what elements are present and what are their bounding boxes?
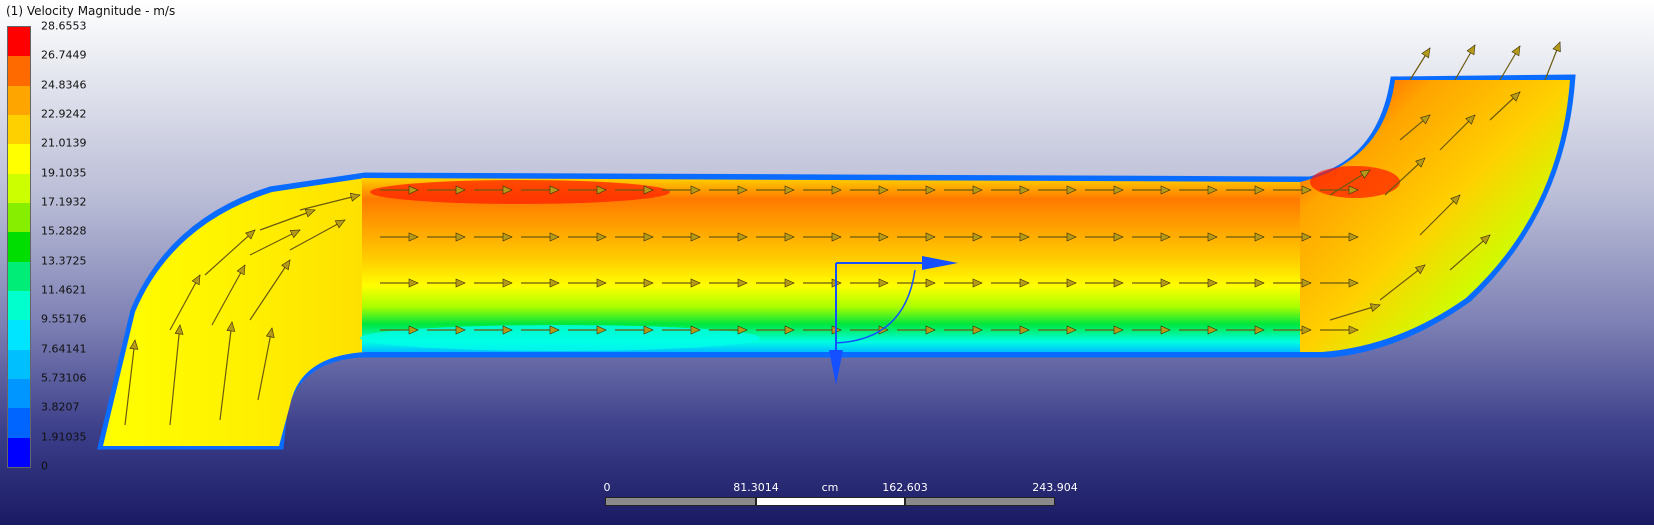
legend-label: 0: [41, 459, 48, 473]
velocity-contour-plot[interactable]: [0, 0, 1654, 525]
legend-label: 28.6553: [41, 19, 87, 33]
legend-label: 3.8207: [41, 400, 80, 414]
legend-swatch: [8, 115, 30, 145]
legend-label: 7.64141: [41, 342, 87, 356]
scale-segment: [905, 497, 1055, 506]
legend-swatch: [8, 232, 30, 263]
scale-segment: [605, 497, 756, 506]
legend-title: (1) Velocity Magnitude - m/s: [6, 4, 176, 18]
legend-swatch: [8, 27, 30, 57]
scale-tick-2: 162.603: [882, 481, 928, 494]
color-legend: [7, 26, 31, 468]
outlet-bend-region: [1300, 80, 1570, 352]
legend-swatch: [8, 408, 30, 439]
low-velocity-zone: [360, 325, 760, 351]
scale-segment: [756, 497, 905, 506]
legend-label: 9.55176: [41, 312, 87, 326]
legend-swatch: [8, 144, 30, 175]
inlet-region: [103, 178, 365, 446]
legend-label: 1.91035: [41, 430, 87, 444]
legend-label: 15.2828: [41, 224, 87, 238]
legend-label: 19.1035: [41, 166, 87, 180]
scale-tick-0: 0: [603, 481, 611, 494]
legend-label: 24.8346: [41, 78, 87, 92]
legend-swatch: [8, 379, 30, 409]
velocity-arrowhead: [1421, 47, 1431, 59]
scale-tick-1: 81.3014: [733, 481, 779, 494]
legend-swatch: [8, 85, 30, 116]
legend-label: 26.7449: [41, 48, 87, 62]
scale-unit: cm: [821, 481, 839, 494]
scale-tick-3: 243.904: [1032, 481, 1078, 494]
legend-label: 22.9242: [41, 107, 87, 121]
legend-label: 13.3725: [41, 254, 87, 268]
high-velocity-core: [370, 180, 670, 204]
legend-swatch: [8, 320, 30, 351]
legend-label: 17.1932: [41, 195, 87, 209]
legend-label: 11.4621: [41, 283, 87, 297]
velocity-arrowhead: [1511, 45, 1521, 57]
legend-swatch: [8, 437, 30, 468]
legend-swatch: [8, 56, 30, 87]
legend-label: 21.0139: [41, 136, 87, 150]
legend-label: 5.73106: [41, 371, 87, 385]
velocity-arrowhead: [1466, 44, 1476, 56]
legend-swatch: [8, 349, 30, 380]
velocity-arrowhead: [1552, 41, 1561, 53]
legend-swatch: [8, 203, 30, 233]
legend-swatch: [8, 173, 30, 204]
viewport-3d[interactable]: [0, 0, 1654, 525]
legend-swatch: [8, 261, 30, 292]
legend-swatch: [8, 291, 30, 321]
